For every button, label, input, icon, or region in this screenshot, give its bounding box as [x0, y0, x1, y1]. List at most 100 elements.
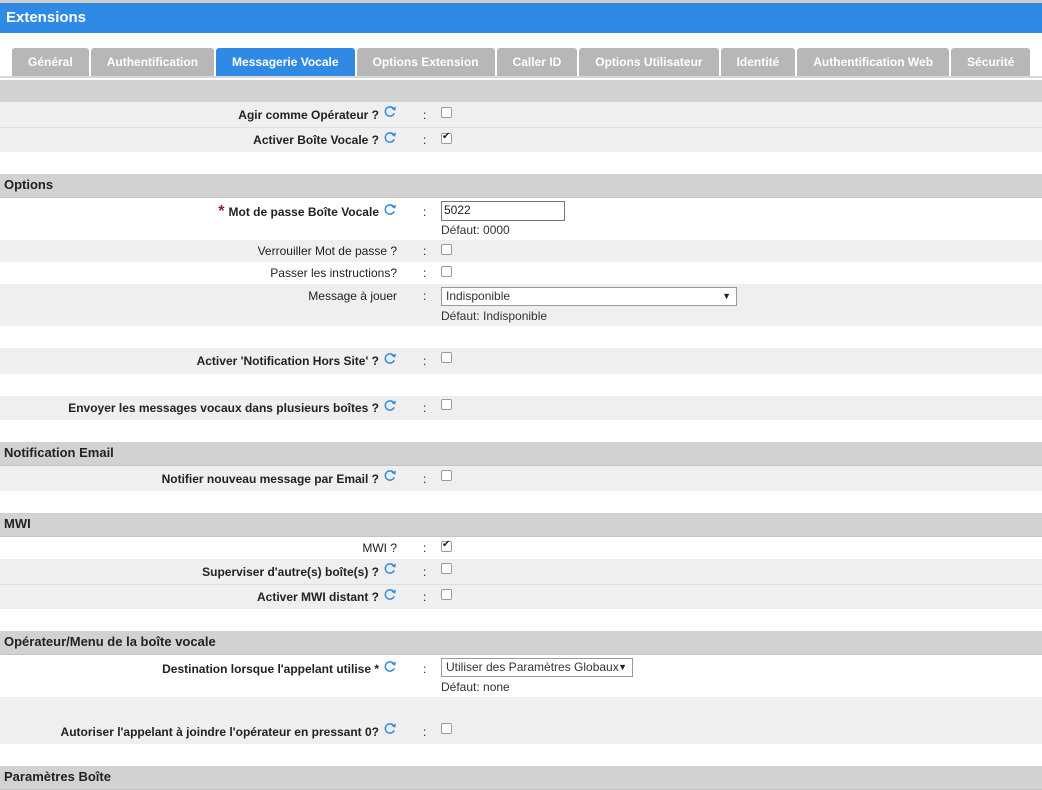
row-operator-zero: Autoriser l'appelant à joindre l'opérate… — [0, 719, 1042, 744]
tab-security[interactable]: Sécurité — [951, 48, 1031, 76]
tab-extension-options[interactable]: Options Extension — [356, 48, 495, 76]
colon: : — [423, 401, 427, 415]
offsite-checkbox[interactable] — [441, 352, 452, 363]
row-message: Message à jouer : Indisponible ▼ Défaut: … — [0, 284, 1042, 326]
section-spacer — [0, 80, 1042, 102]
colon: : — [423, 590, 427, 604]
mwi-checkbox[interactable] — [441, 539, 452, 552]
refresh-icon[interactable] — [384, 105, 397, 118]
colon: : — [423, 205, 427, 219]
operator-zero-label: Autoriser l'appelant à joindre l'opérate… — [60, 724, 379, 739]
spacer — [0, 609, 1042, 631]
row-skip-instructions: Passer les instructions? : — [0, 262, 1042, 284]
lock-password-checkbox[interactable] — [441, 244, 452, 255]
required-icon: * — [218, 203, 225, 220]
mwi-label: MWI ? — [362, 541, 397, 555]
spacer — [0, 744, 1042, 766]
colon: : — [423, 266, 427, 280]
message-default: Défaut: Indisponible — [441, 309, 548, 323]
supervise-checkbox[interactable] — [441, 563, 452, 574]
row-offsite: Activer 'Notification Hors Site' ? : — [0, 348, 1042, 374]
skip-instructions-checkbox[interactable] — [441, 266, 452, 277]
row-password: * Mot de passe Boîte Vocale : 5022 Défaut… — [0, 198, 1042, 240]
skip-instructions-label: Passer les instructions? — [270, 266, 397, 280]
row-email-notify: Notifier nouveau message par Email ? : — [0, 466, 1042, 491]
row-operator: Agir comme Opérateur ? : — [0, 102, 1042, 127]
colon: : — [423, 471, 427, 486]
spacer — [0, 152, 1042, 174]
tab-caller-id[interactable]: Caller ID — [496, 48, 578, 76]
spacer — [0, 326, 1042, 348]
voicemail-label: Activer Boîte Vocale ? — [253, 133, 379, 147]
operator-zero-checkbox[interactable] — [441, 723, 452, 734]
destination-label: Destination lorsque l'appelant utilise * — [162, 662, 379, 676]
page-title: Extensions — [0, 3, 1042, 33]
spacer — [0, 697, 1042, 719]
section-box-params: Paramètres Boîte — [0, 766, 1042, 790]
section-mwi: MWI — [0, 513, 1042, 537]
colon: : — [423, 354, 427, 368]
row-remote-mwi: Activer MWI distant ? : — [0, 584, 1042, 609]
colon: : — [423, 564, 427, 579]
password-input[interactable]: 5022 — [441, 201, 565, 221]
password-label: Mot de passe Boîte Vocale — [228, 205, 380, 219]
colon: : — [423, 289, 427, 303]
operator-label: Agir comme Opérateur ? — [238, 107, 379, 122]
section-options: Options — [0, 174, 1042, 198]
tab-identity[interactable]: Identité — [720, 48, 796, 76]
supervise-label: Superviser d'autre(s) boîte(s) ? — [202, 564, 379, 579]
tab-voicemail[interactable]: Messagerie Vocale — [216, 48, 355, 76]
colon: : — [423, 107, 427, 122]
refresh-icon[interactable] — [384, 399, 397, 412]
destination-selected: Utiliser des Paramètres Globaux — [446, 660, 619, 674]
remote-mwi-checkbox[interactable] — [441, 589, 452, 600]
message-selected: Indisponible — [446, 289, 511, 303]
tab-general[interactable]: Général — [12, 48, 89, 76]
spacer — [0, 491, 1042, 513]
row-voicemail: Activer Boîte Vocale ? : — [0, 127, 1042, 152]
row-supervise: Superviser d'autre(s) boîte(s) ? : — [0, 559, 1042, 584]
message-select[interactable]: Indisponible ▼ — [441, 287, 737, 306]
colon: : — [423, 724, 427, 739]
chevron-down-icon: ▼ — [618, 662, 627, 672]
row-lock-password: Verrouiller Mot de passe ? : — [0, 240, 1042, 262]
refresh-icon[interactable] — [384, 588, 397, 601]
operator-checkbox[interactable] — [441, 107, 452, 118]
destination-default: Défaut: none — [441, 680, 510, 694]
colon: : — [423, 133, 427, 147]
tab-web-auth[interactable]: Authentification Web — [797, 48, 950, 76]
destination-select[interactable]: Utiliser des Paramètres Globaux ▼ — [441, 658, 633, 677]
colon: : — [423, 541, 427, 555]
lock-password-label: Verrouiller Mot de passe ? — [257, 244, 397, 258]
row-mwi: MWI ? : — [0, 537, 1042, 559]
refresh-icon[interactable] — [384, 203, 397, 216]
tab-bar: Général Authentification Messagerie Voca… — [12, 48, 1032, 76]
row-destination: Destination lorsque l'appelant utilise *… — [0, 655, 1042, 697]
colon: : — [423, 244, 427, 258]
refresh-icon[interactable] — [384, 660, 397, 673]
password-default: Défaut: 0000 — [441, 223, 510, 237]
refresh-icon[interactable] — [384, 722, 397, 735]
multi-box-checkbox[interactable] — [441, 399, 452, 410]
voicemail-checkbox[interactable] — [441, 131, 452, 144]
refresh-icon[interactable] — [384, 469, 397, 482]
remote-mwi-label: Activer MWI distant ? — [256, 590, 379, 604]
colon: : — [423, 662, 427, 676]
tab-user-options[interactable]: Options Utilisateur — [579, 48, 719, 76]
message-label: Message à jouer — [308, 289, 397, 303]
spacer — [0, 374, 1042, 396]
spacer — [0, 420, 1042, 442]
refresh-icon[interactable] — [384, 562, 397, 575]
refresh-icon[interactable] — [384, 352, 397, 365]
tab-authentication[interactable]: Authentification — [90, 48, 215, 76]
tab-underline — [0, 76, 1042, 78]
section-operator-menu: Opérateur/Menu de la boîte vocale — [0, 631, 1042, 655]
row-multi-box: Envoyer les messages vocaux dans plusieu… — [0, 396, 1042, 420]
email-notify-label: Notifier nouveau message par Email ? — [161, 471, 379, 486]
chevron-down-icon: ▼ — [722, 291, 731, 301]
refresh-icon[interactable] — [384, 131, 397, 144]
section-email: Notification Email — [0, 442, 1042, 466]
offsite-label: Activer 'Notification Hors Site' ? — [196, 354, 379, 368]
email-notify-checkbox[interactable] — [441, 470, 452, 481]
multi-box-label: Envoyer les messages vocaux dans plusieu… — [68, 401, 379, 415]
